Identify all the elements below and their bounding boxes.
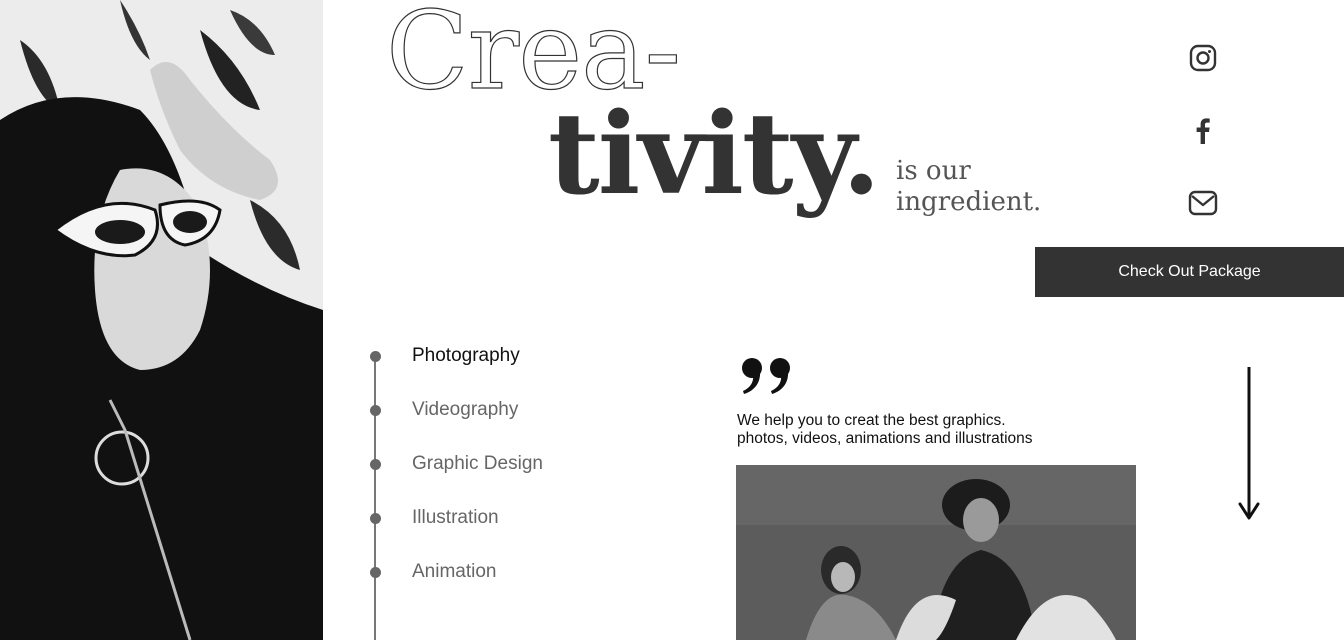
quote-line2: photos, videos, animations and illustrat… — [737, 430, 1033, 447]
quote-line1: We help you to creat the best graphics. — [737, 412, 1006, 429]
feature-photo-illustration — [736, 465, 1136, 640]
service-label: Animation — [412, 561, 497, 582]
service-label: Illustration — [412, 507, 499, 528]
instagram-icon — [1189, 44, 1217, 72]
instagram-link[interactable] — [1186, 41, 1220, 75]
service-item-illustration[interactable]: Illustration — [370, 507, 499, 529]
headline-line2: tivity. — [548, 89, 881, 220]
tagline: is our ingredient. — [896, 156, 1056, 218]
timeline-dot — [370, 350, 381, 362]
service-item-videography[interactable]: Videography — [370, 399, 518, 421]
facebook-icon — [1196, 118, 1210, 144]
tagline-line2: ingredient. — [896, 187, 1042, 217]
timeline-dot — [370, 458, 381, 470]
timeline-dot — [370, 404, 381, 416]
timeline-dot — [370, 566, 381, 578]
facebook-link[interactable] — [1186, 114, 1220, 148]
quote-icon — [740, 355, 796, 400]
service-item-animation[interactable]: Animation — [370, 561, 497, 583]
check-out-package-button[interactable]: Check Out Package — [1035, 247, 1344, 297]
scroll-down-arrow-icon[interactable] — [1238, 366, 1260, 527]
mail-icon — [1188, 190, 1218, 216]
hero-photo-illustration — [0, 0, 323, 640]
service-label: Videography — [412, 399, 519, 420]
service-item-photography[interactable]: Photography — [370, 345, 520, 367]
service-item-graphic-design[interactable]: Graphic Design — [370, 453, 543, 475]
feature-photo — [736, 465, 1136, 640]
tagline-line1: is our — [896, 156, 971, 186]
mail-link[interactable] — [1186, 186, 1220, 220]
quote-text: We help you to creat the best graphics. … — [737, 412, 1097, 448]
service-label: Photography — [412, 345, 520, 366]
hero-photo — [0, 0, 323, 640]
service-label: Graphic Design — [412, 453, 543, 474]
timeline-dot — [370, 512, 381, 524]
